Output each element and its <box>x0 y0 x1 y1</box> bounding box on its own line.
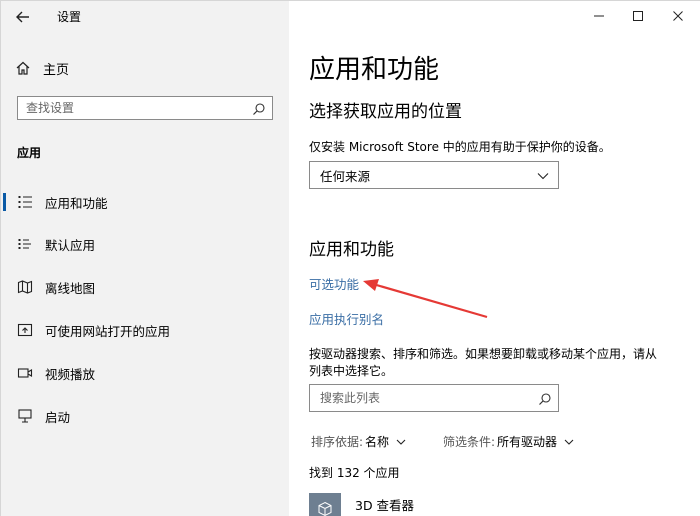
search-icon[interactable] <box>538 391 552 410</box>
apps-list-icon <box>17 194 33 210</box>
back-button[interactable] <box>13 7 33 27</box>
video-playback-icon <box>17 365 33 381</box>
page-title: 应用和功能 <box>309 55 440 85</box>
maximize-button[interactable] <box>624 5 652 27</box>
app-tile <box>309 493 341 516</box>
settings-search-input[interactable] <box>26 101 246 115</box>
close-icon <box>673 11 683 21</box>
sidebar-item-apps-features[interactable]: 应用和功能 <box>1 184 289 220</box>
dropdown-selected-value: 任何来源 <box>320 168 371 184</box>
nav-home-label: 主页 <box>43 62 70 78</box>
settings-search-box[interactable] <box>17 96 273 120</box>
chevron-down-icon <box>396 439 406 445</box>
sort-value: 名称 <box>365 435 390 449</box>
main-content: 应用和功能 选择获取应用的位置 仅安装 Microsoft Store 中的应用… <box>289 1 700 516</box>
filter-key: 筛选条件: <box>443 435 496 449</box>
sidebar-item-video-playback[interactable]: 视频播放 <box>1 355 289 391</box>
default-apps-icon <box>17 236 33 252</box>
chevron-down-icon <box>536 169 550 186</box>
nav-home[interactable]: 主页 <box>15 56 275 80</box>
optional-features-link[interactable]: 可选功能 <box>309 274 359 293</box>
list-item[interactable]: 3D 查看器 <box>309 493 689 516</box>
filter-value: 所有驱动器 <box>497 435 558 449</box>
search-description-line2: 列表中选择它。 <box>309 364 394 378</box>
offline-map-icon <box>17 279 33 295</box>
close-button[interactable] <box>664 5 692 27</box>
app-name: 3D 查看器 <box>355 497 415 513</box>
location-heading: 选择获取应用的位置 <box>309 102 462 122</box>
sidebar-item-label: 应用和功能 <box>45 195 108 211</box>
sidebar-item-website-apps[interactable]: 可使用网站打开的应用 <box>1 312 289 348</box>
app-list-search-input[interactable] <box>320 391 520 405</box>
window-title: 设置 <box>57 10 82 24</box>
apps-features-heading: 应用和功能 <box>309 240 394 260</box>
active-indicator <box>3 193 6 211</box>
sidebar-item-label: 默认应用 <box>45 237 96 253</box>
settings-window: 设置 主页 应用 应 <box>0 0 700 516</box>
app-source-dropdown[interactable]: 任何来源 <box>309 161 559 189</box>
search-icon[interactable] <box>252 101 266 120</box>
sidebar-item-label: 可使用网站打开的应用 <box>45 323 171 339</box>
sidebar-item-startup[interactable]: 启动 <box>1 398 289 434</box>
filter-by-dropdown[interactable]: 筛选条件: 所有驱动器 <box>443 433 575 450</box>
startup-icon <box>17 408 33 424</box>
sort-by-dropdown[interactable]: 排序依据: 名称 <box>311 433 407 450</box>
location-description: 仅安装 Microsoft Store 中的应用有助于保护你的设备。 <box>309 140 611 154</box>
chevron-down-icon <box>564 439 574 445</box>
cube-icon <box>318 501 332 516</box>
sidebar-item-offline-maps[interactable]: 离线地图 <box>1 269 289 305</box>
sidebar-item-label: 视频播放 <box>45 366 96 382</box>
sort-key: 排序依据: <box>311 435 364 449</box>
app-list-search-box[interactable] <box>309 384 559 412</box>
maximize-icon <box>633 11 643 21</box>
sidebar-item-default-apps[interactable]: 默认应用 <box>1 226 289 262</box>
minimize-icon <box>594 15 604 17</box>
section-label-apps: 应用 <box>17 146 42 160</box>
sidebar: 设置 主页 应用 应 <box>1 1 289 516</box>
sidebar-item-label: 离线地图 <box>45 280 96 296</box>
app-count: 找到 132 个应用 <box>309 466 400 480</box>
sidebar-item-label: 启动 <box>45 409 71 425</box>
website-apps-icon <box>17 322 33 338</box>
search-description-line1: 按驱动器搜索、排序和筛选。如果想要卸载或移动某个应用，请从 <box>309 347 658 361</box>
back-arrow-icon <box>16 11 29 23</box>
home-icon <box>16 61 30 75</box>
app-execution-alias-link[interactable]: 应用执行别名 <box>309 309 384 328</box>
minimize-button[interactable] <box>585 5 613 27</box>
